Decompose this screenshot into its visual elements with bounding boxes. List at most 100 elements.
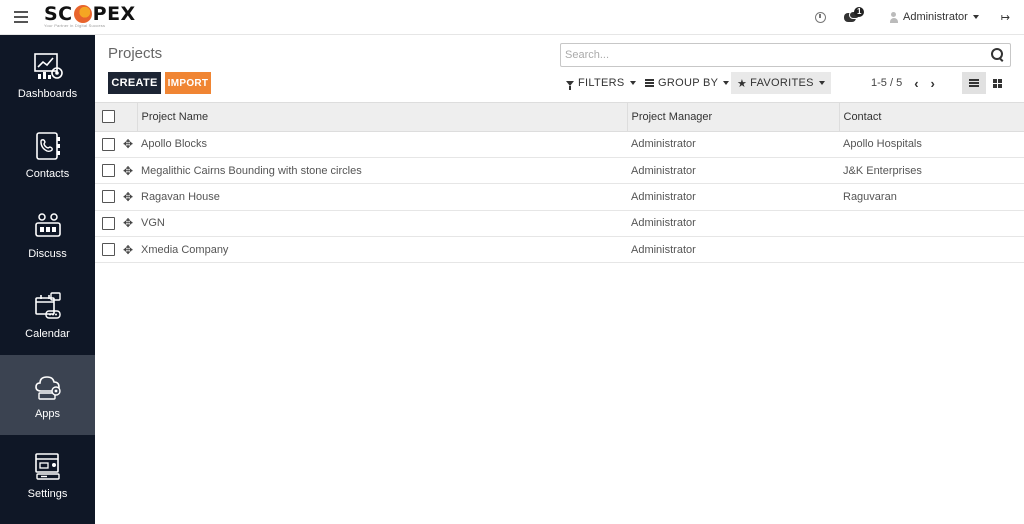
sidebar-item-label: Settings (27, 487, 68, 500)
table-row[interactable]: ✥ Ragavan House Administrator Raguvaran (95, 184, 1024, 211)
sidebar-item-label: Calendar (25, 327, 70, 340)
select-all-checkbox[interactable] (102, 110, 115, 124)
row-checkbox[interactable] (102, 164, 115, 178)
cell-contact (839, 237, 1024, 263)
group-by-icon (645, 79, 654, 87)
row-checkbox[interactable] (102, 216, 115, 230)
user-avatar-icon (889, 11, 898, 23)
user-menu[interactable]: Administrator (889, 11, 979, 23)
top-bar: SC PEX Your Partner in Digital Success 1… (0, 0, 1024, 35)
user-name: Administrator (902, 11, 968, 23)
handle-header (123, 103, 138, 132)
notification-badge: 1 (853, 7, 865, 17)
drag-handle-icon[interactable]: ✥ (123, 190, 133, 204)
table-row[interactable]: ✥ Apollo Blocks Administrator Apollo Hos… (95, 131, 1024, 158)
star-icon: ★ (737, 77, 748, 90)
cell-project-manager: Administrator (631, 190, 696, 203)
column-header-contact[interactable]: Contact (839, 103, 1024, 132)
logo-suffix: PEX (92, 3, 136, 25)
select-all-cell (95, 103, 123, 132)
row-checkbox[interactable] (102, 190, 115, 204)
main-content: Projects CREATE IMPORT FILTERS GROUP BY … (95, 35, 1024, 524)
drag-handle-icon[interactable]: ✥ (123, 243, 133, 257)
import-button[interactable]: IMPORT (165, 72, 211, 94)
chevron-down-icon (818, 81, 825, 85)
sidebar-item-apps[interactable]: Apps (0, 355, 95, 435)
dashboard-chart-icon (33, 52, 63, 79)
calendar-icon (34, 291, 61, 319)
search-input[interactable] (561, 45, 990, 65)
drag-handle-icon[interactable]: ✥ (123, 137, 133, 151)
column-header-project-manager[interactable]: Project Manager (627, 103, 840, 132)
sidebar-item-calendar[interactable]: Calendar (0, 275, 95, 355)
cell-project-manager: Administrator (631, 217, 696, 230)
column-header-project-name[interactable]: Project Name (137, 103, 628, 132)
pager: 1-5 / 5 ‹ › (871, 72, 935, 94)
sign-out-icon[interactable]: ↦ (1001, 11, 1010, 24)
top-right-menu: 1 Administrator ↦ (814, 0, 1024, 34)
cell-project-name: Apollo Blocks (141, 138, 208, 151)
messaging-button[interactable]: 1 (843, 7, 865, 24)
filters-dropdown[interactable]: FILTERS (566, 72, 636, 94)
cell-contact (839, 210, 1024, 236)
cell-contact: J&K Enterprises (843, 164, 922, 177)
chevron-down-icon (629, 81, 636, 85)
search-icon[interactable] (990, 47, 1006, 63)
create-button[interactable]: CREATE (108, 72, 161, 94)
cell-project-manager: Administrator (631, 164, 696, 177)
sidebar: Dashboards Contacts Discuss Calendar App… (0, 35, 95, 524)
table-header-row: Project Name Project Manager Contact (95, 103, 1024, 132)
table-row[interactable]: ✥ Xmedia Company Administrator (95, 237, 1024, 263)
logo-prefix: SC (44, 3, 73, 25)
app-logo[interactable]: SC PEX Your Partner in Digital Success (44, 3, 136, 31)
sidebar-item-settings[interactable]: Settings (0, 435, 95, 515)
group-by-label: GROUP BY (658, 77, 719, 89)
sidebar-item-contacts[interactable]: Contacts (0, 115, 95, 195)
kanban-view-button[interactable] (986, 72, 1010, 94)
row-checkbox[interactable] (102, 243, 115, 257)
cell-project-name: Megalithic Cairns Bounding with stone ci… (141, 164, 362, 177)
filters-label: FILTERS (578, 77, 625, 89)
cell-contact: Apollo Hospitals (843, 138, 922, 151)
logo-o-icon (73, 5, 92, 23)
kanban-grid-icon (993, 78, 1003, 88)
sidebar-item-label: Apps (34, 407, 61, 420)
drag-handle-icon[interactable]: ✥ (123, 216, 133, 230)
table-row[interactable]: ✥ VGN Administrator (95, 210, 1024, 237)
cell-project-name: VGN (141, 217, 165, 230)
sidebar-item-discuss[interactable]: Discuss (0, 195, 95, 275)
contacts-book-icon (35, 131, 60, 160)
cell-project-name: Ragavan House (141, 190, 220, 203)
chevron-down-icon (723, 81, 730, 85)
sidebar-item-label: Dashboards (17, 87, 78, 100)
list-view-button[interactable] (962, 72, 986, 94)
favorites-label: FAVORITES (750, 77, 814, 89)
row-checkbox[interactable] (102, 137, 115, 151)
drag-handle-icon[interactable]: ✥ (123, 164, 133, 178)
group-by-dropdown[interactable]: GROUP BY (645, 72, 730, 94)
menu-toggle-icon[interactable] (14, 11, 28, 23)
filter-icon (566, 80, 574, 90)
cell-project-name: Xmedia Company (141, 243, 229, 256)
apps-cloud-icon (34, 375, 61, 400)
settings-panel-icon (34, 452, 60, 480)
chevron-down-icon (972, 15, 979, 19)
sidebar-item-dashboards[interactable]: Dashboards (0, 35, 95, 115)
control-panel: Projects CREATE IMPORT FILTERS GROUP BY … (95, 35, 1024, 103)
activity-clock-icon[interactable] (814, 11, 826, 23)
cell-project-manager: Administrator (631, 138, 696, 151)
sidebar-item-label: Contacts (25, 167, 70, 180)
chevron-left-icon[interactable]: ‹ (914, 76, 918, 91)
sidebar-item-label: Discuss (28, 247, 67, 260)
cell-project-manager: Administrator (631, 243, 696, 256)
chevron-right-icon[interactable]: › (931, 76, 935, 91)
discuss-meeting-icon (34, 212, 61, 237)
favorites-dropdown[interactable]: ★ FAVORITES (731, 72, 831, 94)
projects-table: Project Name Project Manager Contact ✥ A… (95, 103, 1024, 263)
list-icon (969, 79, 979, 87)
cell-contact: Raguvaran (843, 190, 897, 203)
table-row[interactable]: ✥ Megalithic Cairns Bounding with stone … (95, 157, 1024, 184)
logo-wordmark: SC PEX (44, 3, 136, 25)
page-title: Projects (108, 45, 163, 62)
pager-value[interactable]: 1-5 / 5 (871, 77, 902, 89)
